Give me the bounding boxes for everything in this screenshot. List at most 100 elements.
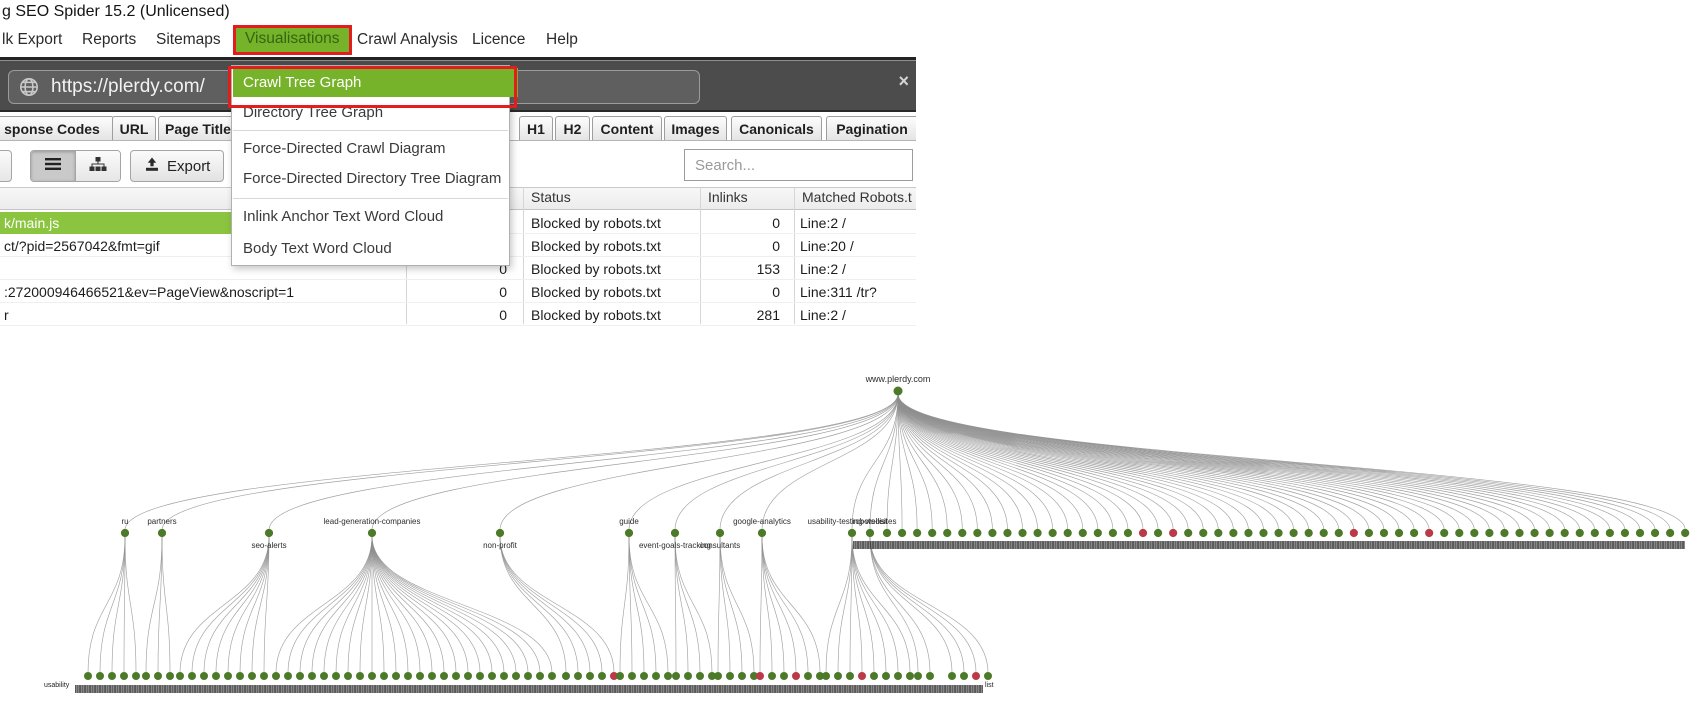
menu-item-crawl-tree-graph[interactable]: Crawl Tree Graph (233, 68, 518, 97)
tree-node[interactable] (512, 672, 520, 680)
tree-node[interactable] (625, 529, 633, 537)
tree-node[interactable] (696, 672, 704, 680)
tree-node[interactable] (846, 672, 854, 680)
tree-node[interactable] (726, 672, 734, 680)
tree-node[interactable] (440, 672, 448, 680)
tree-node[interactable] (1485, 529, 1493, 537)
menu-item-force-directed-crawl[interactable]: Force-Directed Crawl Diagram (233, 134, 518, 163)
tree-node[interactable] (1395, 529, 1403, 537)
tree-node[interactable] (1425, 529, 1433, 537)
tree-node[interactable] (1350, 529, 1358, 537)
tree-node[interactable] (1094, 529, 1102, 537)
tree-node[interactable] (1003, 529, 1011, 537)
tree-node[interactable] (738, 672, 746, 680)
tree-node[interactable] (1651, 529, 1659, 537)
tree-node[interactable] (1154, 529, 1162, 537)
tree-node[interactable] (822, 672, 830, 680)
tree-node[interactable] (834, 672, 842, 680)
tree-node[interactable] (500, 672, 508, 680)
tree-node[interactable] (96, 672, 104, 680)
tree-node[interactable] (496, 529, 504, 537)
tree-node[interactable] (392, 672, 400, 680)
tab-url[interactable]: URL (112, 116, 156, 141)
tree-node[interactable] (1034, 529, 1042, 537)
menu-item-directory-tree-graph[interactable]: Directory Tree Graph (233, 98, 518, 127)
tree-node[interactable] (948, 672, 956, 680)
tree-node[interactable] (224, 672, 232, 680)
tree-node[interactable] (883, 529, 891, 537)
tree-node[interactable] (536, 672, 544, 680)
tree-node[interactable] (716, 529, 724, 537)
tab-h1[interactable]: H1 (519, 116, 553, 141)
tree-node[interactable] (1139, 529, 1147, 537)
tree-node[interactable] (1636, 529, 1644, 537)
tree-node[interactable] (914, 672, 922, 680)
menu-bulk-export[interactable]: lk Export (2, 31, 62, 49)
tree-node[interactable] (858, 672, 866, 680)
tree-node[interactable] (356, 672, 364, 680)
tree-node[interactable] (368, 529, 376, 537)
tree-view-button[interactable] (75, 151, 120, 181)
menu-item-body-text-word-cloud[interactable]: Body Text Word Cloud (233, 234, 518, 263)
tree-node[interactable] (154, 672, 162, 680)
tree-node[interactable] (870, 672, 878, 680)
tree-node[interactable] (132, 672, 140, 680)
list-view-button[interactable] (31, 151, 75, 181)
tree-node[interactable] (671, 529, 679, 537)
tree-node[interactable] (176, 672, 184, 680)
search-input[interactable] (684, 149, 913, 181)
tree-node[interactable] (960, 672, 968, 680)
tree-node[interactable] (684, 672, 692, 680)
tree-node[interactable] (108, 672, 116, 680)
tree-node[interactable] (284, 672, 292, 680)
menu-sitemaps[interactable]: Sitemaps (156, 31, 221, 49)
tree-node[interactable] (958, 529, 966, 537)
tree-node[interactable] (452, 672, 460, 680)
tree-node[interactable] (142, 672, 150, 680)
tree-node[interactable] (1546, 529, 1554, 537)
table-row[interactable]: r 0 Blocked by robots.txt 281 Line:2 / (0, 304, 916, 326)
tree-node[interactable] (1530, 529, 1538, 537)
tree-node[interactable] (898, 529, 906, 537)
tree-node[interactable] (272, 672, 280, 680)
menu-visualisations[interactable]: Visualisations (233, 25, 352, 55)
tree-node[interactable] (1169, 529, 1177, 537)
tree-node[interactable] (894, 672, 902, 680)
tree-node[interactable] (1380, 529, 1388, 537)
tree-node[interactable] (1365, 529, 1373, 537)
tree-node[interactable] (1681, 529, 1689, 537)
tree-node[interactable] (236, 672, 244, 680)
tree-node[interactable] (166, 672, 174, 680)
tree-node[interactable] (672, 672, 680, 680)
tab-page-titles[interactable]: Page Title (158, 116, 238, 141)
tab-pagination[interactable]: Pagination (826, 116, 916, 141)
tree-node[interactable] (664, 672, 672, 680)
tree-node[interactable] (416, 672, 424, 680)
tree-node[interactable] (464, 672, 472, 680)
tree-node[interactable] (574, 672, 582, 680)
tree-node[interactable] (926, 672, 934, 680)
tree-node[interactable] (121, 529, 129, 537)
tree-node[interactable] (848, 529, 856, 537)
tree-node[interactable] (1018, 529, 1026, 537)
tree-node[interactable] (866, 529, 874, 537)
tree-node[interactable] (1335, 529, 1343, 537)
tree-node[interactable] (1515, 529, 1523, 537)
menu-item-inlink-anchor-word-cloud[interactable]: Inlink Anchor Text Word Cloud (233, 202, 518, 231)
tree-node[interactable] (368, 672, 376, 680)
tree-node[interactable] (428, 672, 436, 680)
tree-node[interactable] (792, 672, 800, 680)
tree-node[interactable] (756, 672, 764, 680)
tree-root-node[interactable] (894, 387, 903, 396)
tree-node[interactable] (1591, 529, 1599, 537)
tree-node[interactable] (780, 672, 788, 680)
tree-node[interactable] (476, 672, 484, 680)
tree-node[interactable] (928, 529, 936, 537)
tree-node[interactable] (188, 672, 196, 680)
tree-node[interactable] (913, 529, 921, 537)
tree-node[interactable] (308, 672, 316, 680)
tab-h2[interactable]: H2 (555, 116, 590, 141)
column-header-matched-robots[interactable]: Matched Robots.t (802, 189, 912, 205)
tree-node[interactable] (120, 672, 128, 680)
tree-node[interactable] (988, 529, 996, 537)
